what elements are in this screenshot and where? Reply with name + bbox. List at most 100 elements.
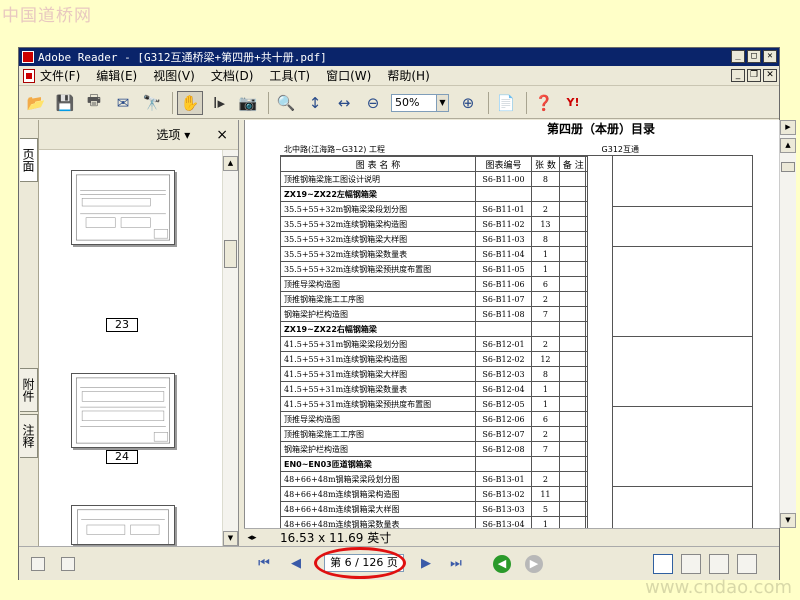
bookmark-toggle-icon[interactable] — [61, 557, 75, 571]
zoom-out-icon[interactable]: ⊖ — [360, 91, 386, 115]
tab-pages[interactable]: 页面 — [20, 138, 38, 182]
hand-tool-icon[interactable]: ✋ — [177, 90, 203, 115]
section-row: EN0~EN03匝道钢箱梁 — [280, 456, 588, 472]
menu-bar: 文件(F) 编辑(E) 视图(V) 文档(D) 工具(T) 窗口(W) 帮助(H… — [19, 66, 779, 86]
zoom-in-icon[interactable]: 🔍 — [273, 91, 299, 115]
row-note — [558, 501, 588, 517]
menu-file[interactable]: 文件(F) — [40, 67, 80, 84]
page-thumbnail[interactable] — [71, 170, 175, 245]
row-code: S6-B11-06 — [475, 276, 532, 292]
highlight-annotation — [314, 547, 406, 579]
menu-tools[interactable]: 工具(T) — [269, 67, 310, 84]
row-note — [558, 171, 588, 187]
search-icon[interactable]: 🔭 — [139, 91, 165, 115]
row-count: 5 — [531, 501, 560, 517]
zoom-dropdown-icon[interactable]: ▼ — [437, 93, 449, 112]
email-icon[interactable]: ✉ — [110, 91, 136, 115]
doc-close-button[interactable]: ✕ — [763, 69, 777, 82]
page-thumbnail[interactable] — [71, 505, 175, 549]
row-count: 1 — [531, 516, 560, 528]
snapshot-icon[interactable]: 📷 — [235, 91, 261, 115]
fit-width-icon[interactable]: ↔ — [331, 91, 357, 115]
close-window-button[interactable]: ✕ — [763, 50, 777, 63]
go-forward-icon[interactable]: ▶ — [525, 555, 543, 573]
column-header: 张 数 — [531, 156, 560, 172]
table-row: 顶推导梁构造图 S6-B12-06 6 — [280, 411, 588, 427]
single-page-icon[interactable] — [653, 554, 673, 574]
zoom-in-plus-icon[interactable]: ⊕ — [455, 91, 481, 115]
menu-help[interactable]: 帮助(H) — [387, 67, 429, 84]
scroll-right-page-arrow[interactable]: ▶ — [780, 120, 796, 135]
yahoo-icon[interactable]: Y! — [560, 91, 586, 115]
menu-document[interactable]: 文档(D) — [211, 67, 254, 84]
column-header: 图 表 名 称 — [280, 156, 476, 172]
scrollbar-thumb[interactable] — [224, 240, 237, 268]
split-handle-icon[interactable]: ◂▸ — [244, 533, 260, 543]
scroll-up-arrow[interactable]: ▲ — [780, 138, 796, 153]
row-name: 41.5+55+31m连续钢箱梁预拱度布置图 — [280, 396, 476, 412]
save-icon[interactable]: 💾 — [52, 91, 78, 115]
row-name: 41.5+55+31m连续钢箱梁构造图 — [280, 351, 476, 367]
table-row: 35.5+55+32m连续钢箱梁预拱度布置图 S6-B11-05 1 — [280, 261, 588, 277]
tab-attachments[interactable]: 附件 — [20, 368, 38, 412]
toolbar: 📂 💾 🖶 ✉ 🔭 ✋ I▸ 📷 🔍 ↕ ↔ ⊖ 50% ▼ ⊕ 📄 ❓ Y! — [19, 87, 779, 119]
column-header: 图表编号 — [475, 156, 532, 172]
continuous-icon[interactable] — [681, 554, 701, 574]
row-count: 6 — [531, 276, 560, 292]
row-count: 7 — [531, 306, 560, 322]
last-page-icon[interactable]: ⏭ — [447, 555, 465, 573]
table-row: 35.5+55+32m连续钢箱梁构造图 S6-B11-02 13 — [280, 216, 588, 232]
options-menu[interactable]: 选项 ▾ — [156, 126, 190, 143]
thumbnails-scrollbar[interactable]: ▲ ▼ — [222, 150, 238, 546]
go-back-icon[interactable]: ◀ — [493, 555, 511, 573]
zoom-input[interactable]: 50% — [391, 93, 437, 112]
scroll-down-arrow[interactable]: ▼ — [780, 513, 796, 528]
scrollbar-thumb[interactable] — [781, 162, 795, 172]
doc-restore-button[interactable]: ❐ — [747, 69, 761, 82]
table-row: 48+66+48m连续钢箱梁大样图 S6-B13-03 5 — [280, 501, 588, 517]
row-name: 41.5+55+31m钢箱梁梁段划分图 — [280, 336, 476, 352]
document-info-bar: ◂▸ 16.53 x 11.69 英寸 — [244, 528, 779, 546]
row-code: S6-B12-07 — [475, 426, 532, 442]
close-panel-button[interactable]: × — [216, 127, 228, 143]
first-page-icon[interactable]: ⏮ — [255, 555, 273, 573]
thumbnail-drawing — [75, 174, 171, 241]
row-code — [475, 321, 532, 337]
status-bar: ⏮ ◀ 第 6 / 126 页 ▶ ⏭ ◀ ▶ — [19, 546, 779, 580]
next-page-icon[interactable]: ▶ — [417, 555, 435, 573]
row-name: 48+66+48m连续钢箱梁构造图 — [280, 486, 476, 502]
thumbnail-page-number: 23 — [106, 318, 138, 332]
document-view[interactable]: 第四册（本册）目录 北中路(江海路~G312) 工程 G312互通 图 表 名 … — [244, 120, 779, 528]
options-label: 选项 — [156, 128, 181, 142]
menu-edit[interactable]: 编辑(E) — [96, 67, 137, 84]
menu-view[interactable]: 视图(V) — [153, 67, 195, 84]
tab-comments[interactable]: 注释 — [20, 414, 38, 458]
open-icon[interactable]: 📂 — [23, 91, 49, 115]
menu-window[interactable]: 窗口(W) — [326, 67, 371, 84]
row-note — [558, 486, 588, 502]
select-text-icon[interactable]: I▸ — [206, 91, 232, 115]
previous-page-icon[interactable]: ◀ — [287, 555, 305, 573]
print-icon[interactable]: 🖶 — [81, 91, 107, 115]
minimize-button[interactable]: _ — [731, 50, 745, 63]
watermark-top: 中国道桥网 — [2, 6, 92, 26]
scroll-down-arrow[interactable]: ▼ — [223, 531, 238, 546]
document-heading: 第四册（本册）目录 — [547, 122, 656, 136]
fit-page-icon[interactable]: ↕ — [302, 91, 328, 115]
maximize-button[interactable]: □ — [747, 50, 761, 63]
continuous-facing-icon[interactable] — [737, 554, 757, 574]
project-header: 北中路(江海路~G312) 工程 G312互通 — [280, 142, 753, 156]
view-mode-icon[interactable] — [31, 557, 45, 571]
row-note — [558, 411, 588, 427]
row-name: 顶推导梁构造图 — [280, 276, 476, 292]
row-count — [531, 186, 560, 202]
window-title: Adobe Reader - [G312互通桥梁+第四册+共十册.pdf] — [38, 51, 327, 64]
facing-icon[interactable] — [709, 554, 729, 574]
doc-minimize-button[interactable]: _ — [731, 69, 745, 82]
pages-icon[interactable]: 📄 — [493, 91, 519, 115]
toolbar-separator — [172, 91, 173, 114]
document-scrollbar[interactable]: ▶ ▲ ▼ — [779, 120, 796, 528]
scroll-up-arrow[interactable]: ▲ — [223, 156, 238, 171]
page-thumbnail[interactable] — [71, 373, 175, 448]
help-icon[interactable]: ❓ — [531, 91, 557, 115]
